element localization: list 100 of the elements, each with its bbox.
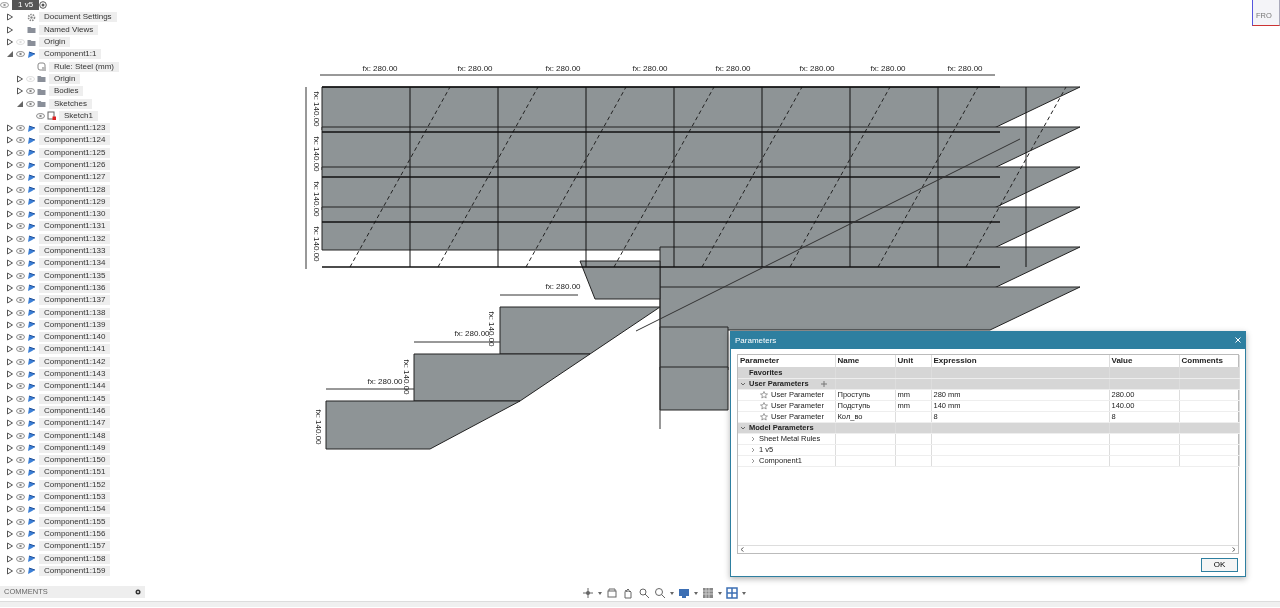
dropdown-caret-icon[interactable]	[670, 591, 674, 595]
collapsed-arrow-icon[interactable]	[6, 505, 14, 514]
collapsed-arrow-icon[interactable]	[6, 161, 14, 169]
eye-icon[interactable]	[16, 223, 25, 230]
star-icon[interactable]	[760, 412, 768, 421]
collapsed-arrow-icon[interactable]	[16, 74, 24, 83]
collapsed-arrow-icon[interactable]	[6, 480, 14, 489]
browser-item[interactable]: Component1:1	[39, 49, 102, 60]
collapsed-arrow-icon[interactable]	[6, 431, 14, 440]
browser-item[interactable]: Component1:145	[39, 393, 111, 404]
collapsed-arrow-icon[interactable]	[6, 185, 14, 194]
eye-icon[interactable]	[16, 186, 25, 193]
browser-item[interactable]: Rule: Steel (mm)	[49, 61, 119, 72]
dimension-label[interactable]: fx: 140.00	[402, 359, 411, 395]
browser-item[interactable]: Component1:125	[39, 147, 111, 158]
collapsed-arrow-icon[interactable]	[6, 247, 14, 256]
dimension-label[interactable]: fx: 140.00	[312, 136, 321, 172]
eye-icon[interactable]	[16, 506, 25, 513]
expand-chevron-icon[interactable]	[740, 424, 746, 431]
dimension-label[interactable]: fx: 280.00	[632, 64, 668, 73]
dimension-label[interactable]: fx: 280.00	[545, 64, 581, 73]
collapsed-arrow-icon[interactable]	[6, 566, 14, 575]
dropdown-caret-icon[interactable]	[694, 591, 698, 595]
browser-item[interactable]: Component1:149	[39, 442, 111, 453]
eye-icon[interactable]	[16, 469, 25, 476]
collapsed-arrow-icon[interactable]	[6, 456, 14, 465]
eye-icon[interactable]	[16, 211, 25, 218]
browser-item[interactable]: Component1:142	[39, 356, 111, 367]
collapsed-arrow-icon[interactable]	[6, 345, 14, 354]
eye-icon[interactable]	[16, 260, 25, 267]
browser-item[interactable]: Component1:152	[39, 479, 111, 490]
add-icon[interactable]	[820, 380, 827, 387]
dimension-label[interactable]: fx: 280.00	[362, 64, 398, 73]
collapsed-arrow-icon[interactable]	[6, 419, 14, 428]
display-icon[interactable]	[678, 587, 690, 599]
collapsed-arrow-icon[interactable]	[6, 493, 14, 501]
eye-icon[interactable]	[16, 457, 25, 464]
collapsed-arrow-icon[interactable]	[16, 87, 24, 96]
collapsed-arrow-icon[interactable]	[6, 124, 14, 133]
eye-icon[interactable]	[0, 2, 9, 9]
browser-item[interactable]: Component1:143	[39, 369, 111, 380]
browser-item[interactable]: Component1:128	[39, 184, 111, 195]
collapsed-arrow-icon[interactable]	[6, 406, 14, 415]
root-component-label[interactable]: 1 v5	[12, 0, 40, 11]
eye-icon[interactable]	[16, 432, 25, 439]
eye-icon[interactable]	[16, 395, 25, 402]
target-icon[interactable]	[39, 1, 48, 10]
browser-item[interactable]: Component1:140	[39, 332, 111, 343]
collapsed-arrow-icon[interactable]	[6, 222, 14, 231]
zoom-icon[interactable]	[638, 587, 650, 599]
browser-item[interactable]: Component1:135	[39, 270, 111, 281]
collapsed-arrow-icon[interactable]	[6, 283, 14, 292]
grid-icon[interactable]	[702, 587, 714, 599]
eye-icon[interactable]	[16, 149, 25, 156]
browser-item[interactable]: Component1:157	[39, 541, 111, 552]
dimension-label[interactable]: fx: 280.00	[870, 64, 906, 73]
eye-icon[interactable]	[16, 358, 25, 365]
eye-icon[interactable]	[16, 407, 25, 414]
browser-item[interactable]: Sketch1	[59, 110, 98, 121]
eye-icon[interactable]	[16, 543, 25, 550]
dimension-label[interactable]: fx: 280.00	[947, 64, 983, 73]
browser-item[interactable]: Component1:148	[39, 430, 111, 441]
eye-icon[interactable]	[16, 51, 25, 58]
browser-item[interactable]: Component1:126	[39, 160, 111, 170]
eye-icon[interactable]	[16, 297, 25, 304]
scroll-left-icon[interactable]	[740, 547, 744, 552]
collapsed-arrow-icon[interactable]	[6, 296, 14, 305]
dropdown-caret-icon[interactable]	[742, 591, 746, 595]
expanded-arrow-icon[interactable]	[16, 99, 24, 108]
orbit-icon[interactable]	[582, 587, 594, 599]
star-icon[interactable]	[760, 401, 768, 410]
collapsed-arrow-icon[interactable]	[6, 394, 14, 403]
eye-icon[interactable]	[16, 518, 25, 525]
browser-item[interactable]: Component1:139	[39, 319, 111, 330]
dimension-label[interactable]: fx: 280.00	[799, 64, 835, 73]
eye-icon[interactable]	[16, 137, 25, 144]
eye-icon[interactable]	[16, 334, 25, 341]
browser-item[interactable]: Bodies	[49, 86, 84, 97]
eye-icon[interactable]	[16, 530, 25, 537]
eye-icon[interactable]	[36, 112, 45, 119]
browser-item[interactable]: Component1:131	[39, 221, 111, 232]
viewports-icon[interactable]	[726, 587, 738, 599]
settings-icon[interactable]	[135, 589, 141, 595]
eye-icon[interactable]	[16, 321, 25, 328]
dimension-label[interactable]: fx: 140.00	[312, 226, 321, 262]
browser-item[interactable]: Origin	[39, 37, 71, 48]
eye-icon[interactable]	[26, 88, 35, 95]
collapsed-arrow-icon[interactable]	[6, 443, 14, 452]
eye-icon[interactable]	[16, 494, 25, 500]
collapsed-arrow-icon[interactable]	[6, 357, 14, 366]
browser-item[interactable]: Component1:147	[39, 418, 111, 429]
collapsed-arrow-icon[interactable]	[6, 370, 14, 379]
eye-icon[interactable]	[16, 235, 25, 242]
browser-item[interactable]: Component1:151	[39, 467, 111, 478]
dimension-label[interactable]: fx: 140.00	[312, 91, 321, 127]
eye-icon[interactable]	[16, 567, 25, 574]
eye-icon[interactable]	[16, 272, 25, 279]
browser-item[interactable]: Component1:144	[39, 381, 111, 392]
collapse-chevron-icon[interactable]	[750, 446, 756, 453]
eye-icon[interactable]	[16, 125, 25, 132]
